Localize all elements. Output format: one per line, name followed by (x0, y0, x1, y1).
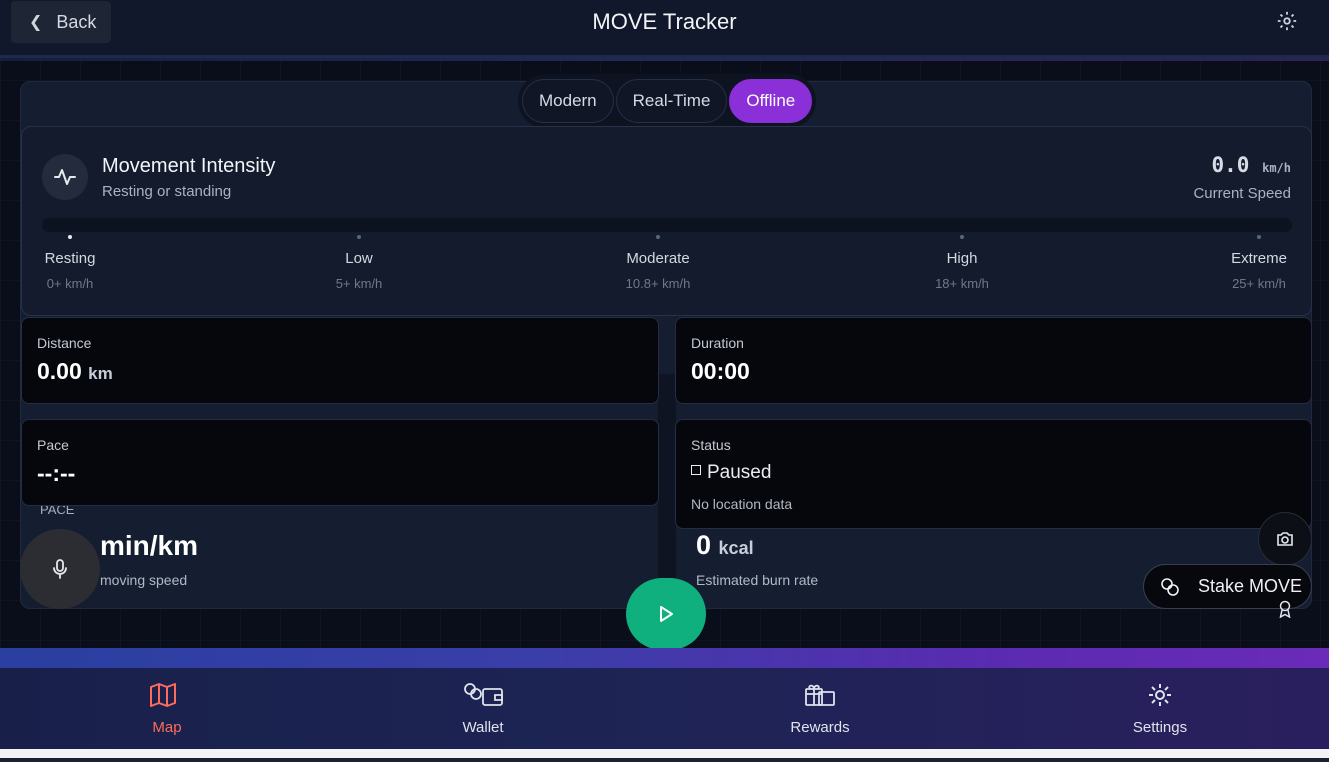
duration-card: Duration 00:00 (675, 317, 1312, 404)
level-name: Resting (44, 250, 96, 267)
nav-item-wallet[interactable]: Wallet (433, 680, 533, 736)
movement-intensity-card: Movement Intensity Resting or standing 0… (21, 126, 1312, 316)
level-dot (656, 235, 660, 239)
nav-item-map[interactable]: Map (117, 680, 217, 736)
level-high: High 18+ km/h (902, 235, 1022, 291)
calories-value: 0 kcal (696, 530, 754, 561)
current-speed-label: Current Speed (1193, 185, 1291, 202)
level-range: 18+ km/h (935, 276, 989, 291)
duration-label: Duration (691, 335, 744, 351)
distance-value: 0.00 km (37, 358, 113, 385)
level-range: 10.8+ km/h (625, 276, 691, 291)
nav-item-settings[interactable]: Settings (1110, 680, 1210, 736)
intensity-track (42, 218, 1292, 232)
distance-card: Distance 0.00 km (21, 317, 659, 404)
nav-label: Map (152, 719, 182, 736)
start-tracking-button[interactable] (626, 578, 706, 650)
level-resting: Resting 0+ km/h (10, 235, 130, 291)
level-dot (68, 235, 72, 239)
speed-unit: km/h (1262, 161, 1291, 175)
intensity-title: Movement Intensity (102, 155, 276, 177)
gear-icon[interactable] (1276, 10, 1298, 32)
bottom-navigation: Map Wallet Rewards Settings (0, 668, 1329, 749)
tab-real-time[interactable]: Real-Time (615, 79, 728, 123)
kcal-number: 0 (696, 530, 712, 560)
level-dot (960, 235, 964, 239)
intensity-subtitle: Resting or standing (102, 183, 232, 200)
pace-subtext: moving speed (100, 572, 188, 588)
level-dot (357, 235, 361, 239)
activity-icon (42, 154, 88, 200)
distance-unit: km (88, 364, 113, 383)
level-extreme: Extreme 25+ km/h (1199, 235, 1319, 291)
level-name: Low (345, 250, 373, 267)
tab-modern[interactable]: Modern (522, 79, 614, 123)
level-range: 5+ km/h (335, 276, 383, 291)
level-name: Moderate (626, 250, 690, 267)
nav-top-gradient (0, 648, 1329, 670)
column-divider (658, 374, 676, 608)
level-range: 0+ km/h (46, 276, 94, 291)
nav-item-rewards[interactable]: Rewards (770, 680, 870, 736)
stake-label: Stake MOVE (1198, 576, 1303, 596)
pace-unit-large: min/km (100, 530, 199, 561)
status-value: Paused (691, 462, 771, 484)
map-icon (117, 680, 217, 710)
camera-icon (1277, 532, 1293, 546)
pace-card: Pace --:-- (21, 419, 659, 506)
app-root: ❮ Back MOVE Tracker Modern Real-Time Off… (0, 0, 1329, 762)
nav-label: Rewards (790, 719, 850, 736)
rewards-icon (770, 680, 870, 710)
level-low: Low 5+ km/h (299, 235, 419, 291)
microphone-button[interactable] (20, 529, 100, 609)
current-speed-value: 0.0 km/h (1212, 153, 1292, 177)
nav-label: Wallet (462, 719, 504, 736)
pace-label: Pace (37, 437, 69, 453)
tab-offline[interactable]: Offline (729, 79, 813, 123)
calories-subtext: Estimated burn rate (696, 572, 819, 588)
status-label: Status (691, 437, 731, 453)
pace-value: --:-- (37, 460, 76, 486)
camera-button[interactable] (1258, 512, 1312, 566)
wallet-icon (433, 680, 533, 710)
level-dot (1257, 235, 1261, 239)
level-name: High (946, 250, 978, 267)
status-card: Status Paused No location data (675, 419, 1312, 529)
top-header: ❮ Back MOVE Tracker (0, 0, 1329, 61)
checkbox-icon (691, 465, 701, 475)
status-text: Paused (707, 462, 772, 483)
duration-value: 00:00 (691, 358, 750, 384)
location-status-note: No location data (691, 496, 793, 512)
distance-number: 0.00 (37, 358, 82, 384)
distance-label: Distance (37, 335, 92, 351)
award-icon (1279, 600, 1291, 618)
mode-tabs: Modern Real-Time Offline (518, 74, 817, 128)
play-icon (660, 606, 673, 622)
level-moderate: Moderate 10.8+ km/h (598, 235, 718, 291)
speed-number: 0.0 (1211, 153, 1250, 177)
coins-icon (1161, 577, 1179, 596)
kcal-unit: kcal (718, 538, 754, 558)
level-name: Extreme (1231, 250, 1287, 267)
bottom-edge-dark (0, 758, 1329, 762)
microphone-icon (53, 559, 67, 579)
settings-icon (1110, 680, 1210, 710)
level-range: 25+ km/h (1232, 276, 1286, 291)
page-title: MOVE Tracker (592, 9, 737, 34)
nav-label: Settings (1132, 719, 1188, 736)
